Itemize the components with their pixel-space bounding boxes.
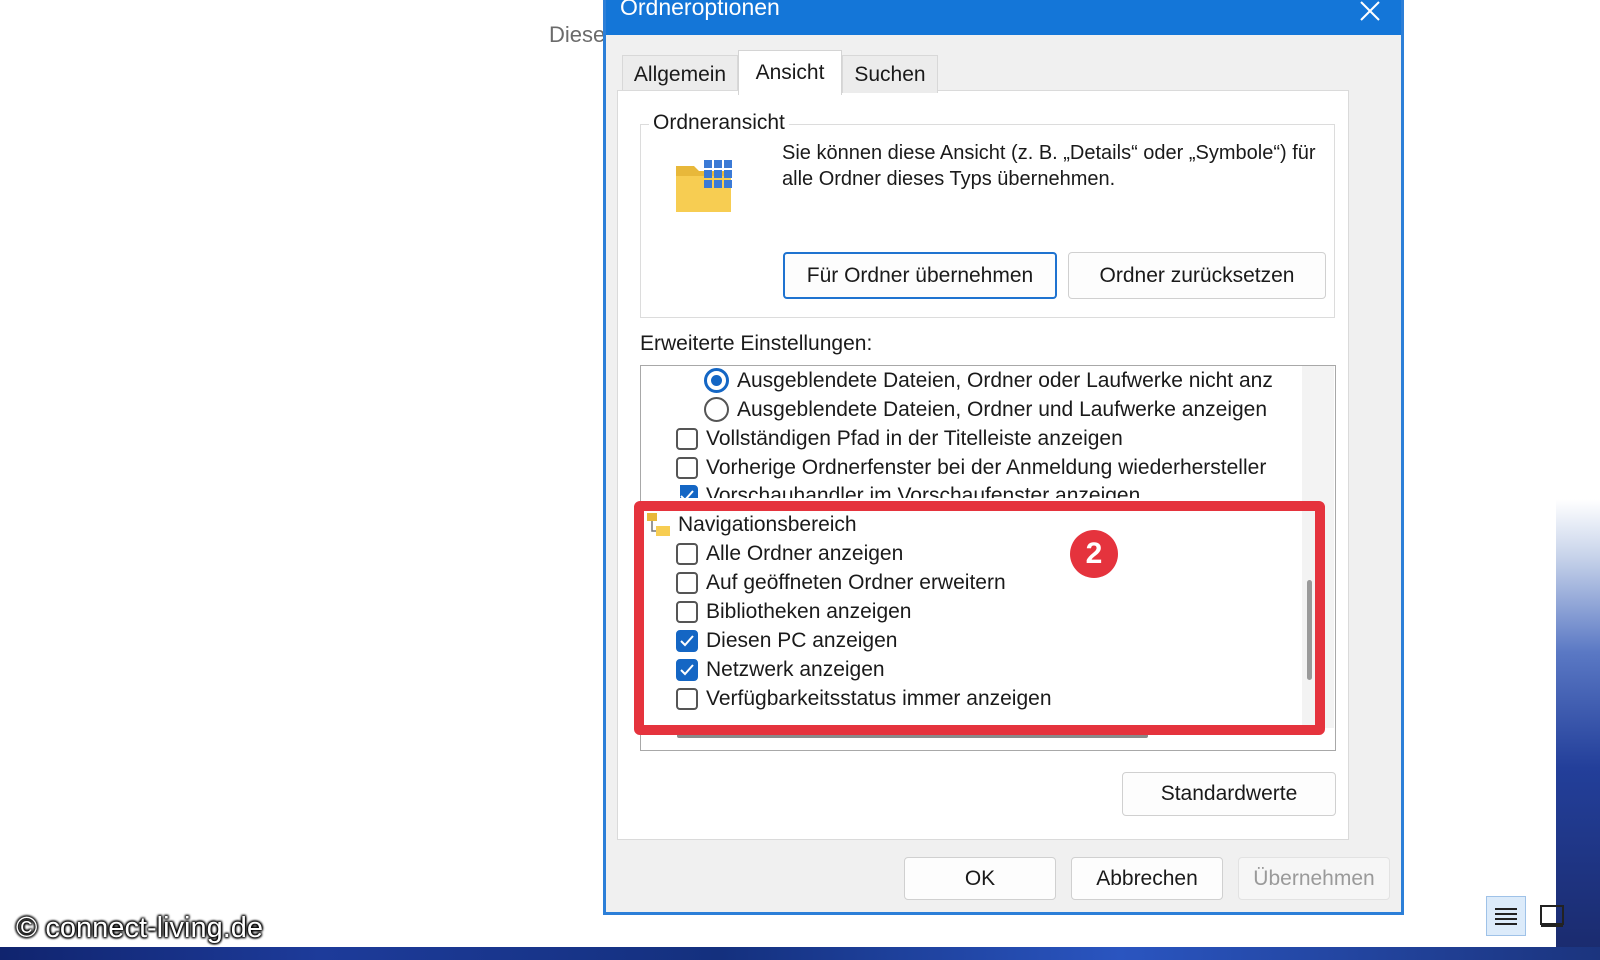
annotation-highlight-box xyxy=(634,501,1325,735)
defaults-button[interactable]: Standardwerte xyxy=(1122,772,1336,816)
folder-view-icon xyxy=(674,158,738,219)
ok-button[interactable]: OK xyxy=(904,857,1056,900)
dialog-title: Ordneroptionen xyxy=(620,0,780,20)
checkbox[interactable] xyxy=(676,428,698,450)
tab-allgemein[interactable]: Allgemein xyxy=(622,55,738,93)
advanced-settings-label: Erweiterte Einstellungen: xyxy=(640,332,873,355)
list-item[interactable]: Vorherige Ordnerfenster bei der Anmeldun… xyxy=(676,456,1266,480)
radio-button[interactable] xyxy=(704,397,729,422)
close-icon xyxy=(1360,1,1380,21)
list-item[interactable]: Vollständigen Pfad in der Titelleiste an… xyxy=(676,427,1123,451)
annotation-badge: 2 xyxy=(1070,530,1118,578)
list-item[interactable]: Ausgeblendete Dateien, Ordner und Laufwe… xyxy=(704,397,1267,422)
close-button[interactable] xyxy=(1353,0,1387,28)
explorer-partial-text: Diese xyxy=(549,22,606,47)
reset-folders-button[interactable]: Ordner zurücksetzen xyxy=(1068,252,1326,299)
folder-view-description: Sie können diese Ansicht (z. B. „Details… xyxy=(782,142,1316,190)
details-view-button[interactable] xyxy=(1486,896,1526,936)
cancel-button[interactable]: Abbrechen xyxy=(1071,857,1223,900)
list-view-icon xyxy=(1495,908,1517,925)
taskbar xyxy=(0,947,1600,960)
apply-button[interactable]: Übernehmen xyxy=(1238,857,1390,900)
radio-button[interactable] xyxy=(704,368,729,393)
list-item-partially-hidden[interactable]: Vorschauhandler im Vorschaufenster anzei… xyxy=(680,478,1300,498)
tiles-view-button[interactable] xyxy=(1532,896,1572,936)
dialog-titlebar[interactable]: Ordneroptionen xyxy=(606,0,1401,35)
apply-to-folders-button[interactable]: Für Ordner übernehmen xyxy=(783,252,1057,299)
desktop-wallpaper-strip xyxy=(1556,0,1600,960)
tab-ansicht[interactable]: Ansicht xyxy=(738,50,842,95)
watermark: © connect-living.de xyxy=(16,912,264,944)
checkbox[interactable] xyxy=(676,457,698,479)
list-item[interactable]: Ausgeblendete Dateien, Ordner oder Laufw… xyxy=(704,368,1273,393)
checkbox[interactable] xyxy=(680,485,698,498)
tab-suchen[interactable]: Suchen xyxy=(842,55,938,93)
preview-pane-icon xyxy=(1540,905,1564,927)
checkmark-icon xyxy=(680,490,694,498)
folder-view-label: Ordneransicht xyxy=(649,111,789,135)
